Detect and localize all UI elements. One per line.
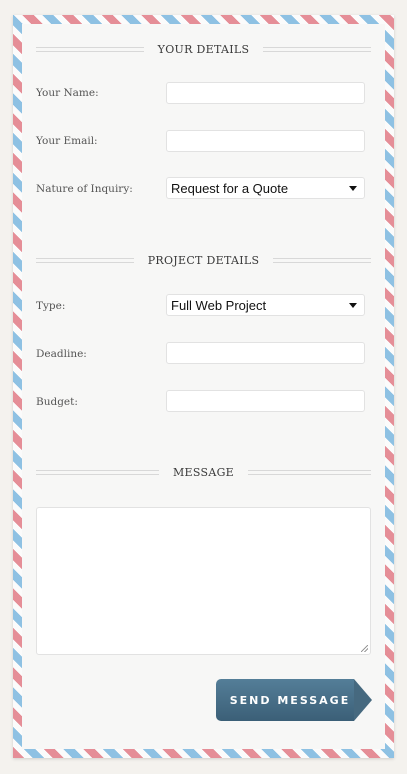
airmail-envelope-border: YOUR DETAILS Your Name: Your Email: Natu… <box>13 15 394 758</box>
name-input[interactable] <box>166 82 365 104</box>
send-message-button[interactable]: SEND MESSAGE <box>216 679 372 721</box>
message-textarea[interactable] <box>36 507 371 655</box>
budget-input[interactable] <box>166 390 365 412</box>
type-select[interactable]: Full Web Project <box>166 294 365 316</box>
divider <box>273 257 372 263</box>
divider <box>36 257 134 263</box>
type-label: Type: <box>36 300 66 312</box>
contact-form: YOUR DETAILS Your Name: Your Email: Natu… <box>22 24 385 749</box>
section-header-message: MESSAGE <box>36 465 372 479</box>
dropdown-arrow-icon <box>349 185 357 191</box>
divider <box>263 46 371 52</box>
email-input[interactable] <box>166 130 365 152</box>
deadline-label: Deadline: <box>36 348 87 360</box>
email-label: Your Email: <box>36 135 98 147</box>
budget-label: Budget: <box>36 396 78 408</box>
inquiry-label: Nature of Inquiry: <box>36 183 133 195</box>
deadline-input[interactable] <box>166 342 365 364</box>
section-header-your-details: YOUR DETAILS <box>36 42 371 56</box>
divider <box>36 46 144 52</box>
section-header-project-details: PROJECT DETAILS <box>36 253 372 267</box>
send-message-label: SEND MESSAGE <box>229 693 351 707</box>
section-title: YOUR DETAILS <box>157 42 250 56</box>
divider <box>248 469 372 475</box>
inquiry-selected-value: Request for a Quote <box>171 180 289 196</box>
type-selected-value: Full Web Project <box>171 297 267 313</box>
inquiry-select[interactable]: Request for a Quote <box>166 177 365 199</box>
divider <box>36 469 159 475</box>
name-label: Your Name: <box>36 87 99 99</box>
section-title: PROJECT DETAILS <box>147 253 260 267</box>
dropdown-arrow-icon <box>349 302 357 308</box>
section-title: MESSAGE <box>172 465 235 479</box>
